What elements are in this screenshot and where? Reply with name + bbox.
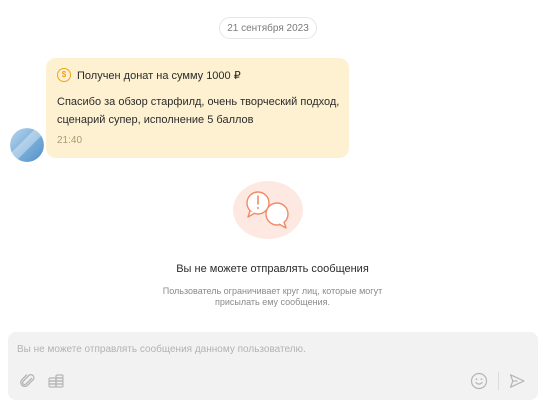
message-composer (8, 332, 538, 400)
donation-header: $ Получен донат на сумму 1000 ₽ (57, 68, 241, 82)
message-text: Спасибо за обзор старфилд, очень творчес… (57, 96, 340, 126)
date-label: 21 сентября 2023 (227, 22, 309, 34)
chat-warning-icon (232, 180, 304, 240)
message-time: 21:40 (57, 135, 83, 146)
donation-title: Получен донат на сумму 1000 ₽ (77, 69, 241, 82)
donation-coin-icon: $ (57, 68, 71, 82)
paperclip-icon[interactable] (18, 371, 38, 391)
avatar[interactable] (10, 128, 44, 162)
notice-subtitle: Пользователь ограничивает круг лиц, кото… (162, 286, 383, 307)
smiley-icon[interactable] (469, 371, 489, 391)
coins-icon[interactable] (46, 371, 66, 391)
notice-title: Вы не можете отправлять сообщения (176, 263, 369, 275)
composer-divider (498, 372, 499, 390)
donation-message[interactable]: $ Получен донат на сумму 1000 ₽ Спасибо … (46, 58, 349, 158)
message-input[interactable] (17, 340, 517, 358)
send-icon[interactable] (507, 371, 527, 391)
date-separator: 21 сентября 2023 (219, 17, 317, 39)
